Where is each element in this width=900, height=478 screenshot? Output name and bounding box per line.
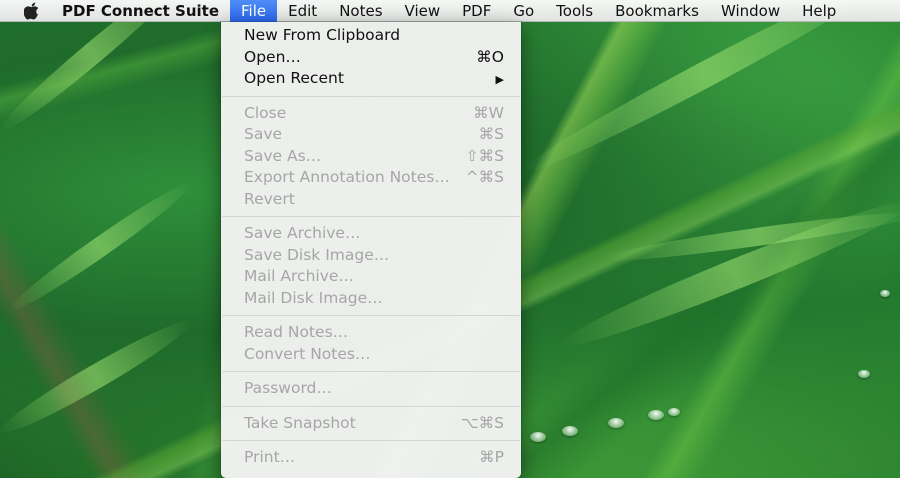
menu-item-label: Password… — [244, 379, 332, 397]
menu-edit[interactable]: Edit — [277, 0, 328, 22]
menu-item-label: Mail Disk Image… — [244, 288, 383, 307]
menu-separator — [221, 90, 521, 103]
menu-item-label: Save As… — [244, 146, 322, 165]
desktop-wallpaper: PDF Connect Suite File Edit Notes View P… — [0, 0, 900, 478]
menu-help[interactable]: Help — [791, 0, 847, 22]
water-drop — [530, 432, 546, 442]
menu-item-label: New From Clipboard — [244, 26, 401, 44]
menu-pdf[interactable]: PDF — [451, 0, 502, 22]
apple-logo-icon[interactable] — [22, 0, 42, 22]
grass-blade — [0, 311, 197, 443]
menu-item-label: Print… — [244, 448, 296, 466]
grass-blade — [513, 0, 897, 185]
menu-tools[interactable]: Tools — [545, 0, 604, 22]
menu-app-name[interactable]: PDF Connect Suite — [57, 0, 230, 22]
menu-separator — [221, 434, 521, 447]
grass-blade — [4, 175, 196, 319]
menu-item-open[interactable]: Open… ⌘O — [221, 47, 521, 69]
menu-item-new-from-clipboard[interactable]: New From Clipboard — [221, 25, 521, 47]
menu-item-label: Close — [244, 103, 287, 122]
menu-item-label: Revert — [244, 189, 295, 208]
menu-bookmarks[interactable]: Bookmarks — [604, 0, 710, 22]
menu-notes[interactable]: Notes — [328, 0, 393, 22]
menu-item-label: Read Notes… — [244, 323, 349, 341]
grass-blade — [554, 188, 900, 359]
water-drop — [858, 370, 870, 378]
menu-item-label: Save Archive… — [244, 224, 361, 242]
menu-bar: PDF Connect Suite File Edit Notes View P… — [0, 0, 900, 22]
menu-item-take-snapshot[interactable]: Take Snapshot ⌥⌘S — [221, 413, 521, 435]
submenu-arrow-icon: ▶ — [495, 73, 504, 86]
menu-item-label: Export Annotation Notes… — [244, 168, 450, 186]
menu-item-save-as[interactable]: Save As… ⇧⌘S — [221, 146, 521, 168]
menu-item-label: Convert Notes… — [244, 344, 371, 363]
menu-item-label: Open… — [244, 47, 301, 66]
menu-item-label: Save Disk Image… — [244, 245, 390, 264]
menu-item-mail-archive[interactable]: Mail Archive… — [221, 266, 521, 288]
menu-item-revert[interactable]: Revert — [221, 189, 521, 211]
menu-item-label: Open Recent — [244, 69, 344, 87]
menu-go[interactable]: Go — [502, 0, 545, 22]
water-drop — [562, 426, 578, 436]
water-drop — [668, 408, 680, 416]
menu-item-shortcut: ⌘S — [478, 125, 504, 143]
menu-item-shortcut: ⌘O — [476, 47, 504, 66]
menu-item-save-archive[interactable]: Save Archive… — [221, 223, 521, 245]
menu-view[interactable]: View — [394, 0, 452, 22]
menu-separator — [221, 400, 521, 413]
menu-item-shortcut: ⌥⌘S — [460, 413, 504, 432]
menu-item-convert-notes[interactable]: Convert Notes… — [221, 344, 521, 366]
menu-item-read-notes[interactable]: Read Notes… — [221, 322, 521, 344]
menu-item-save-disk-image[interactable]: Save Disk Image… — [221, 245, 521, 267]
menu-item-print[interactable]: Print… ⌘P — [221, 447, 521, 469]
menu-item-mail-disk-image[interactable]: Mail Disk Image… — [221, 288, 521, 310]
menu-item-close[interactable]: Close ⌘W — [221, 103, 521, 125]
menu-item-shortcut: ^⌘S — [465, 168, 504, 186]
menu-item-save[interactable]: Save ⌘S — [221, 124, 521, 146]
water-drop — [608, 418, 624, 428]
menu-window[interactable]: Window — [710, 0, 791, 22]
menu-item-password[interactable]: Password… — [221, 378, 521, 400]
water-drop — [648, 410, 664, 420]
menu-separator — [221, 365, 521, 378]
menu-item-label: Mail Archive… — [244, 267, 354, 285]
menu-item-open-recent[interactable]: Open Recent ▶ — [221, 68, 521, 90]
file-menu-dropdown: New From Clipboard Open… ⌘O Open Recent … — [221, 22, 521, 478]
water-drop — [880, 290, 890, 297]
menu-item-label: Save — [244, 125, 283, 143]
menu-item-label: Take Snapshot — [244, 413, 356, 432]
menu-separator — [221, 210, 521, 223]
menu-item-shortcut: ⇧⌘S — [465, 146, 504, 165]
menu-file[interactable]: File — [230, 0, 278, 22]
menu-item-shortcut: ⌘W — [473, 103, 504, 122]
menu-item-export-annotation-notes[interactable]: Export Annotation Notes… ^⌘S — [221, 167, 521, 189]
menu-item-shortcut: ⌘P — [479, 448, 504, 466]
menu-separator — [221, 309, 521, 322]
